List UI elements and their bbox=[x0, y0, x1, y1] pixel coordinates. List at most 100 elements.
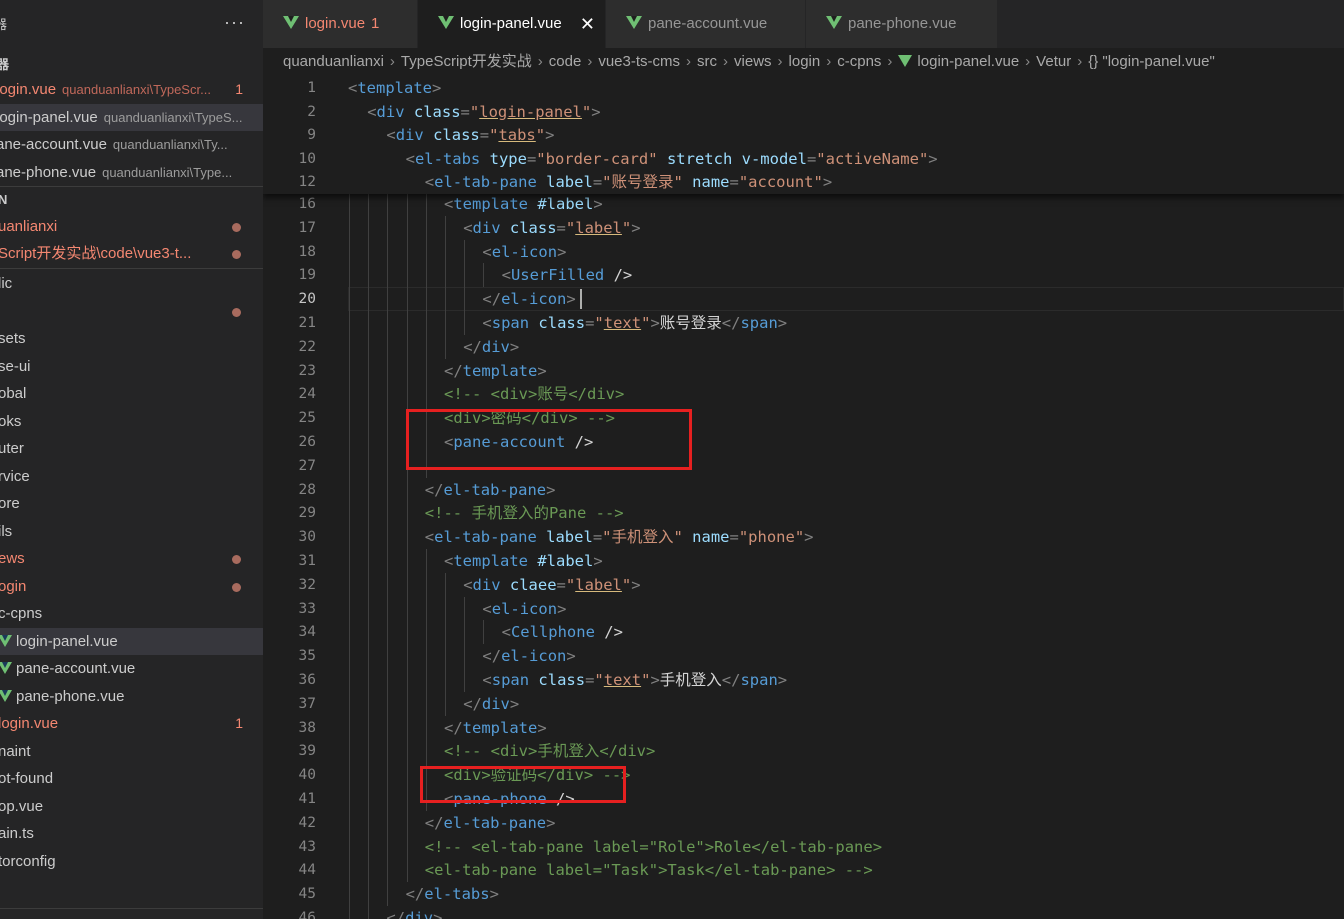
tree-item[interactable]: ot-found bbox=[0, 765, 263, 792]
tree-item[interactable]: lic bbox=[0, 270, 263, 297]
breadcrumb-item[interactable]: c-cpns bbox=[837, 53, 881, 70]
tree-item[interactable]: ain.ts bbox=[0, 820, 263, 847]
tree-item[interactable]: ews bbox=[0, 545, 263, 572]
code-line: 31 <template #label> bbox=[263, 549, 1344, 573]
indent-guide bbox=[349, 787, 350, 811]
tree-item-text: ain.ts bbox=[0, 825, 34, 842]
tree-item[interactable]: ore bbox=[0, 490, 263, 517]
indent-guide bbox=[349, 834, 350, 859]
indent-guide bbox=[406, 596, 408, 621]
breadcrumb-item[interactable]: Vetur bbox=[1036, 53, 1071, 70]
close-icon[interactable]: ✕ bbox=[580, 0, 595, 48]
tree-item[interactable]: op.vue bbox=[0, 793, 263, 820]
tree-item[interactable]: ils bbox=[0, 518, 263, 545]
workspace-folder[interactable]: Script开发实战\code\vue3-t... bbox=[0, 240, 263, 267]
tree-item[interactable]: naint bbox=[0, 738, 263, 765]
open-editor-label: ane-phone.vue quanduanlianxi\Type... bbox=[0, 159, 232, 186]
indent-guide bbox=[425, 763, 427, 788]
indent-guide bbox=[387, 596, 389, 621]
open-editors-section-title[interactable]: 器 bbox=[0, 54, 9, 73]
tree-item-text: lic bbox=[0, 275, 13, 292]
sticky-scroll-header[interactable]: 1 <template> 2 <div class="login-panel"> 9 <d… bbox=[263, 76, 1344, 194]
tab-pane-account[interactable]: pane-account.vue bbox=[606, 0, 806, 48]
tab-login-panel[interactable]: login-panel.vue ✕ bbox=[418, 0, 606, 48]
tree-item-text: login.vue bbox=[0, 715, 59, 732]
open-editor-item[interactable]: ane-phone.vue quanduanlianxi\Type... bbox=[0, 159, 263, 186]
code-text: <div>验证码</div> --> bbox=[444, 766, 631, 785]
tree-item[interactable]: pane-phone.vue bbox=[0, 683, 263, 710]
indent-guide bbox=[406, 858, 408, 883]
indent-guide bbox=[406, 406, 408, 431]
tree-item[interactable]: obal bbox=[0, 380, 263, 407]
code-line: 25 <div>密码</div> --> bbox=[263, 406, 1344, 431]
indent-guide bbox=[349, 739, 350, 764]
tree-item[interactable] bbox=[0, 875, 263, 902]
tab-pane-phone[interactable]: pane-phone.vue bbox=[806, 0, 998, 48]
breadcrumb-item[interactable]: quanduanlianxi bbox=[283, 53, 384, 70]
indent-guide bbox=[445, 596, 446, 621]
indent-guide bbox=[445, 572, 446, 597]
tree-item[interactable]: login-panel.vue bbox=[0, 627, 263, 655]
indent-guide bbox=[445, 263, 446, 288]
tree-item[interactable]: uter bbox=[0, 435, 263, 462]
breadcrumb-item[interactable]: login-panel.vue bbox=[917, 53, 1019, 70]
breadcrumb-item[interactable]: login bbox=[789, 53, 821, 70]
line-number: 33 bbox=[298, 600, 316, 617]
tree-item[interactable]: pane-account.vue bbox=[0, 655, 263, 682]
more-actions-icon[interactable]: ··· bbox=[224, 12, 245, 33]
indent-guide bbox=[349, 596, 350, 621]
tree-item[interactable]: rvice bbox=[0, 463, 263, 490]
indent-guide bbox=[406, 239, 408, 264]
code-editor[interactable]: 1 <template> 2 <div class="login-panel"> 9 <d… bbox=[263, 76, 1344, 919]
indent-guide bbox=[387, 882, 389, 907]
indent-guide bbox=[425, 192, 427, 216]
breadcrumb-item[interactable]: views bbox=[734, 53, 772, 70]
indent-guide bbox=[406, 358, 408, 383]
tree-item[interactable]: torconfig bbox=[0, 848, 263, 875]
breadcrumb-item[interactable]: src bbox=[697, 53, 717, 70]
tree-item[interactable]: c-cpns bbox=[0, 600, 263, 627]
file-name: ane-phone.vue bbox=[0, 163, 97, 181]
tree-item[interactable] bbox=[0, 298, 263, 325]
line-number: 36 bbox=[298, 672, 316, 688]
breadcrumb-item[interactable]: code bbox=[549, 53, 582, 70]
open-editor-item[interactable]: ane-account.vue quanduanlianxi\Ty... bbox=[0, 131, 263, 158]
workspace-section-title[interactable]: N bbox=[0, 192, 7, 207]
folder-label: Script开发实战\code\vue3-t... bbox=[0, 245, 192, 262]
indent-guide bbox=[368, 596, 370, 621]
vue-file-icon bbox=[438, 15, 454, 29]
tree-item[interactable]: login.vue 1 bbox=[0, 710, 263, 737]
code-line: 23 </template> bbox=[263, 358, 1344, 383]
tree-item[interactable]: se-ui bbox=[0, 353, 263, 380]
code-text: </el-tab-pane> bbox=[424, 813, 556, 832]
modified-dot-icon bbox=[232, 250, 241, 259]
line-number: 39 bbox=[298, 743, 316, 760]
open-editor-item[interactable]: login-panel.vue quanduanlianxi\TypeS... bbox=[0, 103, 263, 131]
tree-item[interactable]: oks bbox=[0, 408, 263, 435]
indent-guide bbox=[349, 644, 350, 669]
tree-item[interactable]: sets bbox=[0, 325, 263, 352]
tree-item-label: obal bbox=[0, 380, 26, 407]
open-editor-item[interactable]: login.vue quanduanlianxi\TypeScr... 1 bbox=[0, 76, 263, 103]
indent-guide bbox=[349, 882, 350, 907]
indent-guide bbox=[368, 787, 370, 811]
code-text: <template #label> bbox=[444, 552, 603, 570]
file-path: quanduanlianxi\Type... bbox=[102, 164, 233, 180]
tree-item-label: ore bbox=[0, 490, 20, 517]
tree-item[interactable]: ogin bbox=[0, 573, 263, 600]
code-line: 35 </el-icon> bbox=[263, 644, 1344, 669]
workspace-folder[interactable]: uanlianxi bbox=[0, 213, 263, 240]
tree-item-text: obal bbox=[0, 385, 27, 402]
code-line: 44 <el-tab-pane label="Task">Task</el-tab… bbox=[263, 858, 1344, 883]
indent-guide bbox=[368, 239, 370, 264]
tree-item-text: oks bbox=[0, 412, 22, 430]
tree-item-label: ot-found bbox=[0, 765, 53, 792]
breadcrumb-item[interactable]: vue3-ts-cms bbox=[598, 53, 680, 70]
breadcrumb-item[interactable]: {} "login-panel.vue" bbox=[1088, 53, 1215, 70]
tab-login[interactable]: login.vue 1 bbox=[263, 0, 418, 48]
code-line: 39 <!-- <div>手机登入</div> bbox=[263, 739, 1344, 764]
indent-guide bbox=[349, 239, 350, 264]
indent-guide bbox=[368, 287, 370, 312]
breadcrumb-item[interactable]: TypeScript开发实战 bbox=[401, 53, 532, 70]
indent-guide bbox=[387, 358, 389, 383]
